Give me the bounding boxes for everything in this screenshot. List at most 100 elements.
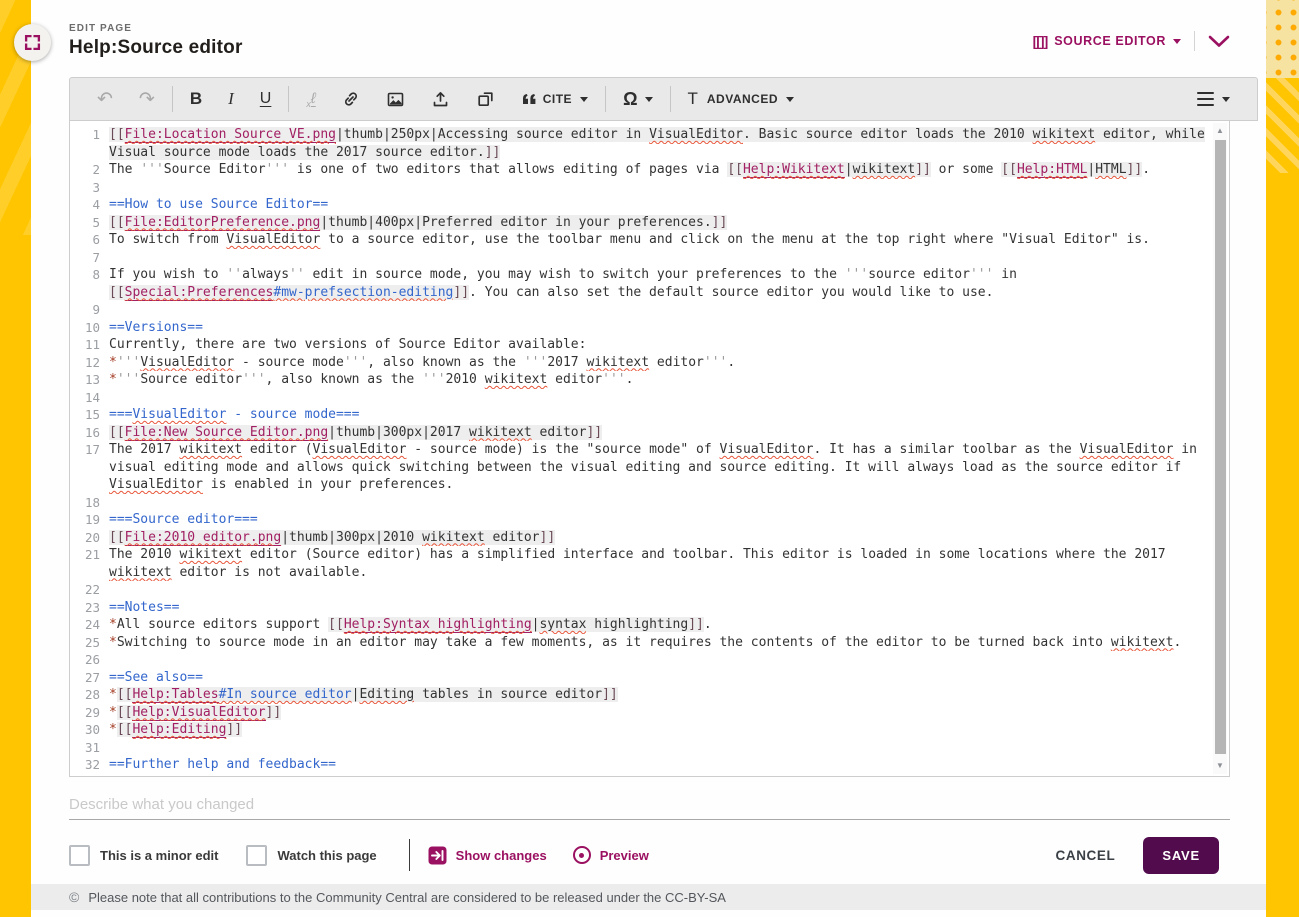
code-line: ==Further help and feedback==: [109, 756, 1213, 774]
upload-button[interactable]: [418, 78, 463, 120]
expand-button[interactable]: [14, 24, 51, 61]
code-segment: is enabled in your preferences.: [203, 477, 453, 492]
collapse-editor-button[interactable]: [1208, 35, 1230, 48]
code-segment: [[: [117, 722, 133, 737]
hamburger-menu-icon: [1197, 92, 1214, 107]
code-row[interactable]: 25*Switching to source mode in an editor…: [70, 634, 1213, 652]
code-segment: VisualEditor: [109, 477, 203, 492]
code-row[interactable]: 29*[[Help:VisualEditor]]: [70, 704, 1213, 722]
save-button[interactable]: SAVE: [1143, 837, 1219, 874]
code-row[interactable]: 2The '''Source Editor''' is one of two e…: [70, 161, 1213, 179]
code-line: *[[Help:VisualEditor]]: [109, 704, 1213, 722]
code-line: visual editing mode and allows quick swi…: [109, 459, 1213, 477]
undo-button[interactable]: ↶: [84, 78, 126, 120]
insert-template-button[interactable]: [463, 78, 508, 120]
special-characters-button[interactable]: Ω: [610, 78, 665, 120]
code-segment: to a source editor, use the toolbar menu…: [320, 232, 1150, 247]
line-number: 8: [70, 266, 100, 284]
code-row[interactable]: 15===VisualEditor - source mode===: [70, 406, 1213, 424]
code-segment: Currently, there are two versions of Sou…: [109, 337, 586, 352]
code-row[interactable]: 30*[[Help:Editing]]: [70, 721, 1213, 739]
editor-scrollbar: ▲ ▼: [1213, 123, 1227, 774]
code-row[interactable]: visual editing mode and allows quick swi…: [70, 459, 1213, 477]
code-row[interactable]: 13*'''Source editor''', also known as th…: [70, 371, 1213, 389]
wikitext-editor[interactable]: 1[[File:Location Source VE.png|thumb|250…: [69, 121, 1230, 777]
code-row[interactable]: 23==Notes==: [70, 599, 1213, 617]
signature-button[interactable]: xℓ: [293, 78, 328, 120]
code-row[interactable]: 8If you wish to ''always'' edit in sourc…: [70, 266, 1213, 284]
source-editor-lines[interactable]: 1[[File:Location Source VE.png|thumb|250…: [70, 126, 1213, 776]
code-row[interactable]: 9: [70, 301, 1213, 319]
watch-page-checkbox[interactable]: Watch this page: [246, 845, 376, 866]
code-segment: Help:Editing: [132, 722, 226, 738]
line-number: 31: [70, 739, 100, 757]
code-row[interactable]: 17The 2017 wikitext editor (VisualEditor…: [70, 441, 1213, 459]
code-row[interactable]: 18: [70, 494, 1213, 512]
code-row[interactable]: 20[[File:2010 editor.png|thumb|300px|201…: [70, 529, 1213, 547]
code-segment: [[: [1001, 162, 1017, 177]
code-row[interactable]: 4==How to use Source Editor==: [70, 196, 1213, 214]
scrollbar-thumb[interactable]: [1215, 140, 1226, 754]
line-number: 30: [70, 721, 100, 739]
bold-button[interactable]: B: [177, 78, 215, 120]
code-row[interactable]: 11Currently, there are two versions of S…: [70, 336, 1213, 354]
code-row[interactable]: Visual source mode loads the 2017 source…: [70, 144, 1213, 162]
insert-image-button[interactable]: [373, 78, 418, 120]
code-row[interactable]: 16[[File:New Source Editor.png|thumb|300…: [70, 424, 1213, 442]
code-row[interactable]: 19===Source editor===: [70, 511, 1213, 529]
cite-button[interactable]: CITE: [508, 78, 601, 120]
code-line: *'''Source editor''', also known as the …: [109, 371, 1213, 389]
code-line: *All source editors support [[Help:Synta…: [109, 616, 1213, 634]
code-row[interactable]: 7: [70, 249, 1213, 267]
code-row[interactable]: 21The 2010 wikitext editor (Source edito…: [70, 546, 1213, 564]
code-row[interactable]: 27==See also==: [70, 669, 1213, 687]
code-row[interactable]: 22: [70, 581, 1213, 599]
editor-card: EDIT PAGE Help:Source editor [[]] SOURCE…: [31, 0, 1266, 917]
code-row[interactable]: 31: [70, 739, 1213, 757]
code-row[interactable]: [[Special:Preferences#mw-prefsection-edi…: [70, 284, 1213, 302]
code-row[interactable]: 26: [70, 651, 1213, 669]
code-row[interactable]: wikitext editor is not available.: [70, 564, 1213, 582]
code-segment: |thumb|300px|2017: [328, 425, 469, 440]
code-segment: source editor: [868, 267, 970, 282]
link-button[interactable]: [329, 78, 373, 120]
italic-button[interactable]: I: [215, 78, 247, 120]
cancel-button[interactable]: CANCEL: [1050, 847, 1122, 864]
code-segment: Help:HTML: [1017, 162, 1087, 178]
code-segment: editor is not available.: [172, 565, 368, 580]
code-row[interactable]: 3: [70, 179, 1213, 197]
code-segment: wikitext: [179, 547, 242, 562]
scroll-up-button[interactable]: ▲: [1213, 124, 1227, 138]
line-number: 5: [70, 214, 100, 232]
show-changes-button[interactable]: Show changes: [428, 846, 547, 865]
code-row[interactable]: 14: [70, 389, 1213, 407]
redo-button[interactable]: ↷: [126, 78, 168, 120]
code-row[interactable]: VisualEditor is enabled in your preferen…: [70, 476, 1213, 494]
code-row[interactable]: 1[[File:Location Source VE.png|thumb|250…: [70, 126, 1213, 144]
scroll-down-button[interactable]: ▼: [1213, 759, 1227, 773]
code-row[interactable]: 32==Further help and feedback==: [70, 756, 1213, 774]
code-segment: ==Further help and feedback==: [109, 757, 336, 772]
edit-summary-input[interactable]: [69, 789, 1230, 820]
code-row[interactable]: 28*[[Help:Tables#In source editor|Editin…: [70, 686, 1213, 704]
advanced-button[interactable]: T ADVANCED: [675, 78, 808, 120]
code-segment: wikitext: [469, 425, 532, 440]
code-segment: ]]: [1127, 162, 1143, 177]
code-segment: . It has a similar toolbar as the: [813, 442, 1079, 457]
preview-button[interactable]: Preview: [573, 846, 649, 864]
code-row[interactable]: 24*All source editors support [[Help:Syn…: [70, 616, 1213, 634]
editor-mode-switcher[interactable]: [[]] SOURCE EDITOR: [1033, 33, 1181, 49]
code-row[interactable]: 5[[File:EditorPreference.png|thumb|400px…: [70, 214, 1213, 232]
code-segment: *: [109, 705, 117, 720]
code-segment: |thumb|250px|Accessing source editor in: [336, 127, 649, 142]
toolbar-menu-button[interactable]: [1184, 78, 1243, 120]
code-row[interactable]: 6To switch from VisualEditor to a source…: [70, 231, 1213, 249]
edit-page-kicker: EDIT PAGE: [69, 23, 132, 34]
code-segment: ]]: [485, 145, 501, 160]
code-row[interactable]: 12*'''VisualEditor - source mode''', als…: [70, 354, 1213, 372]
code-row[interactable]: 10==Versions==: [70, 319, 1213, 337]
code-segment: - source mode===: [226, 407, 359, 422]
code-segment: File:Location Source VE.png: [125, 127, 336, 143]
minor-edit-checkbox[interactable]: This is a minor edit: [69, 845, 218, 866]
underline-button[interactable]: U: [247, 78, 285, 120]
